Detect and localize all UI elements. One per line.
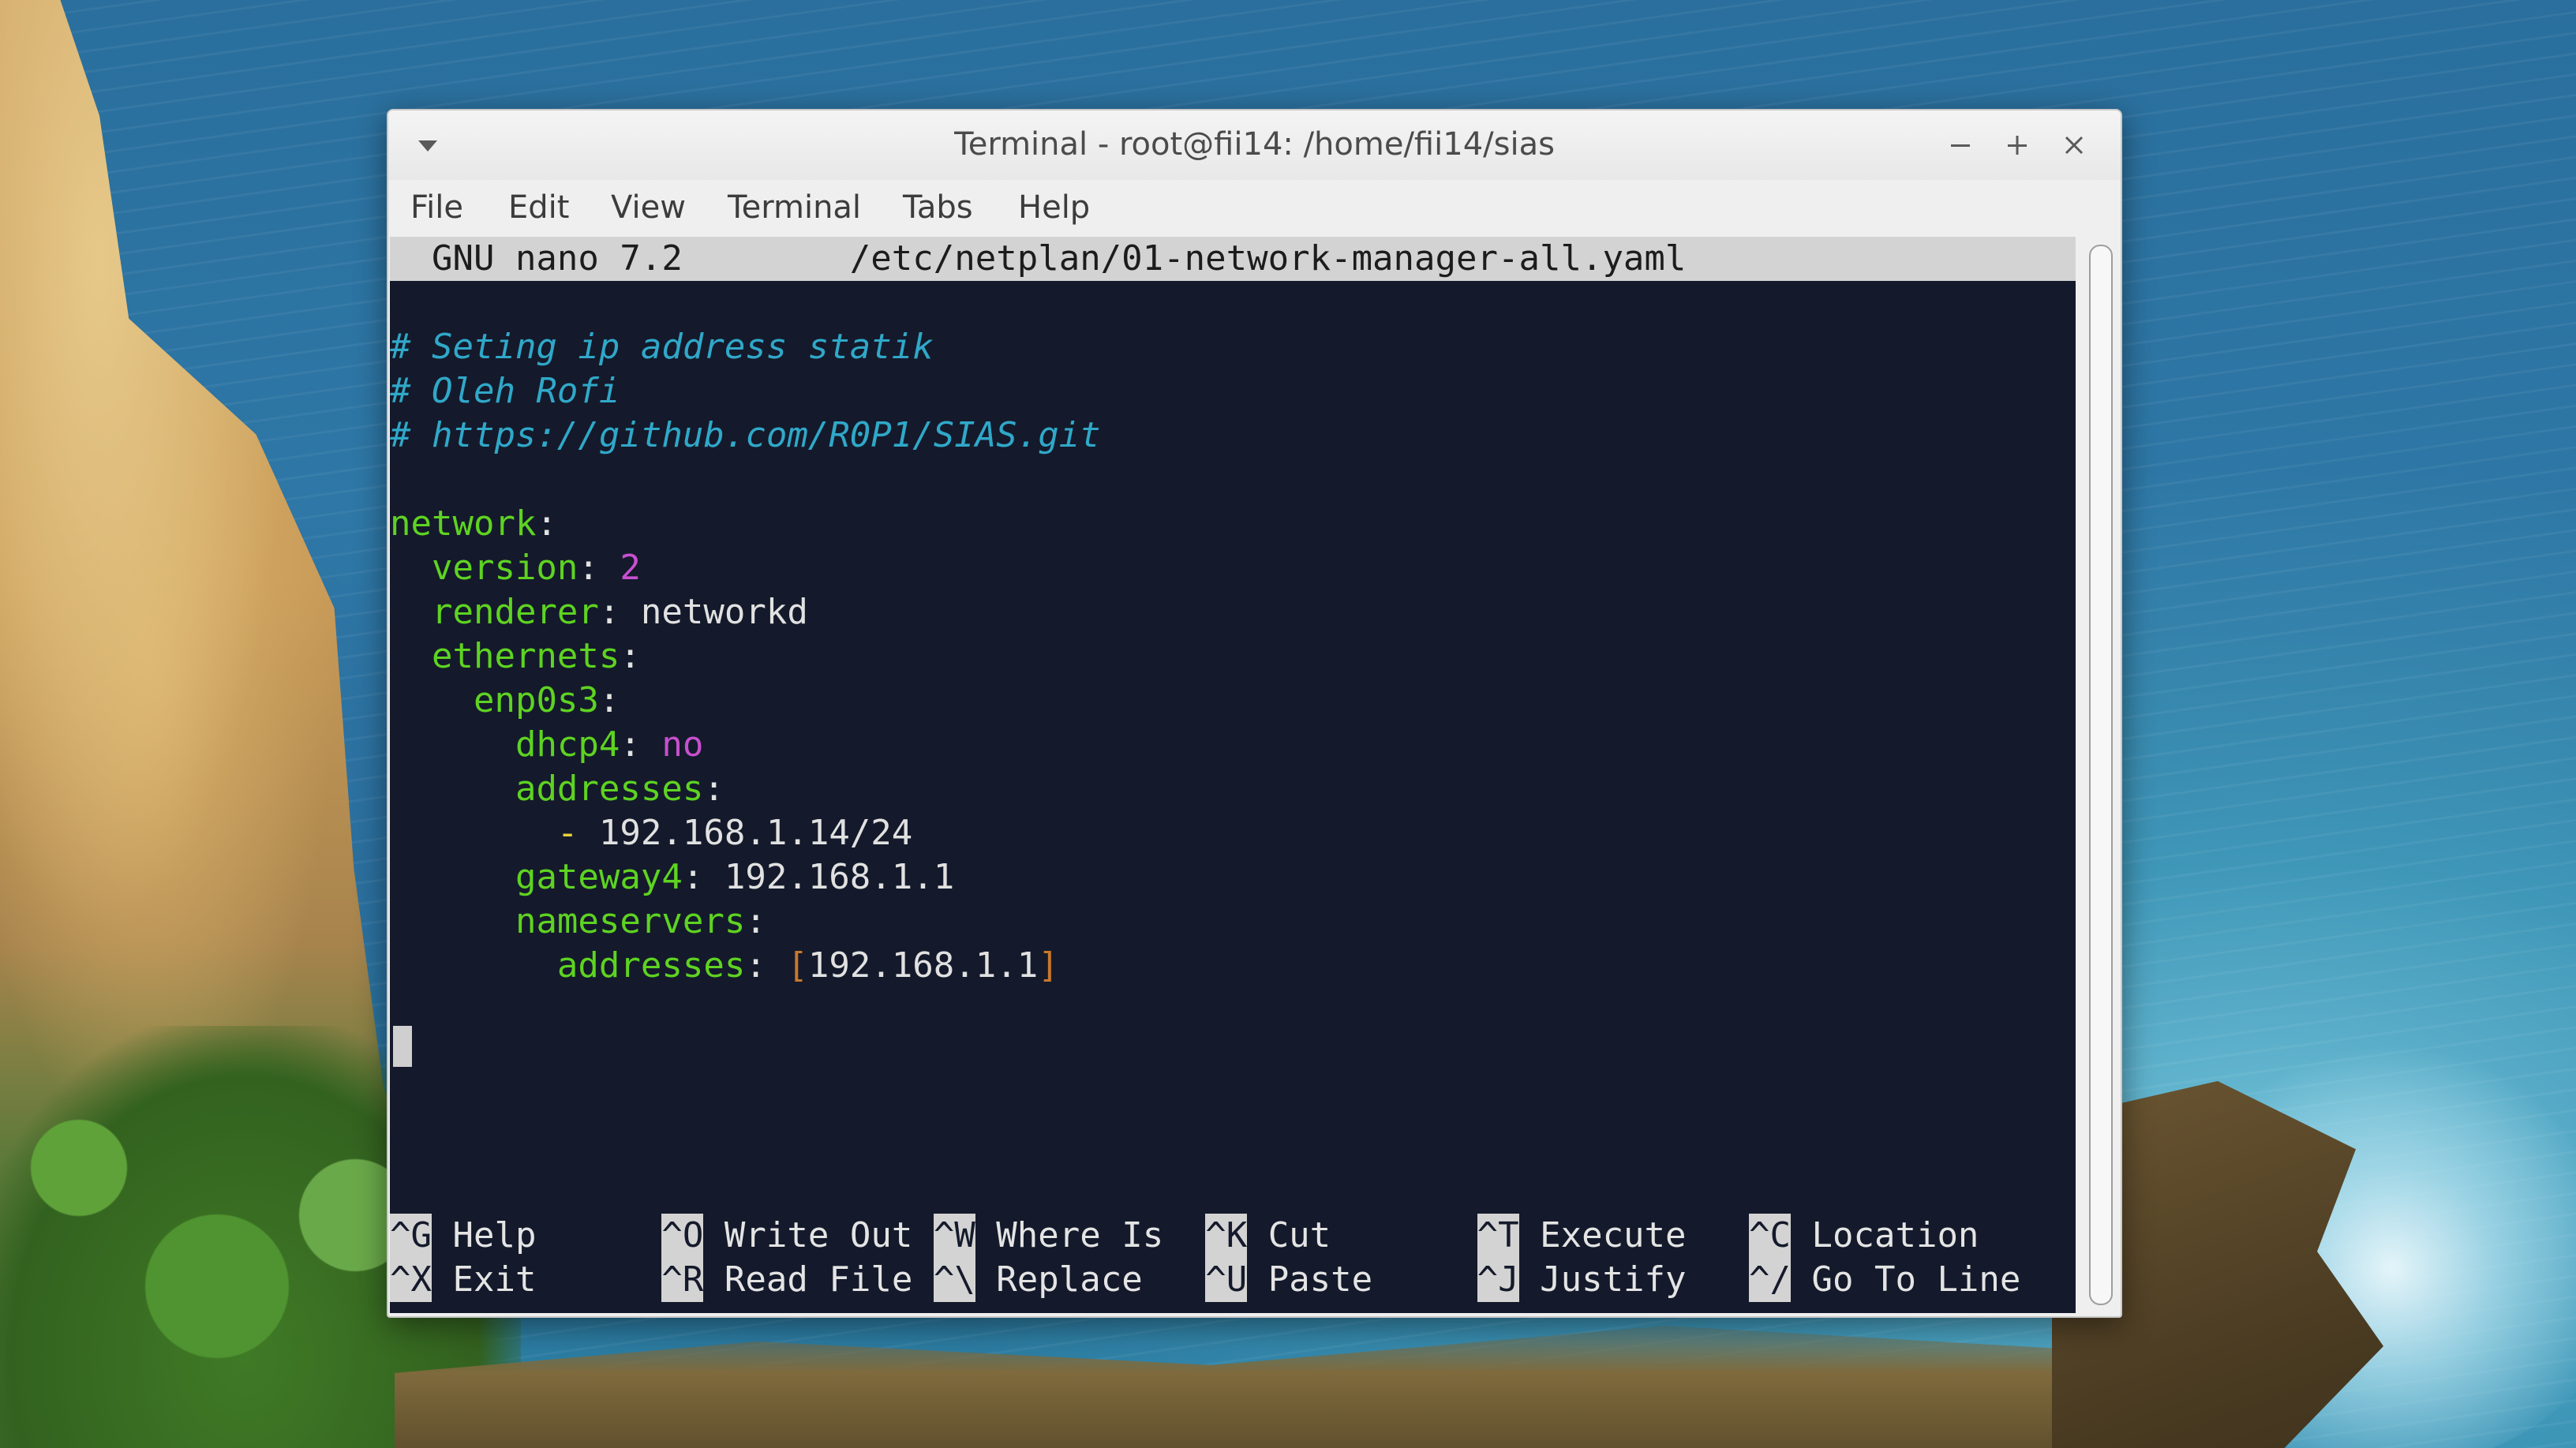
terminal-area[interactable]: GNU nano 7.2 /etc/netplan/01-network-man… [390, 237, 2076, 1313]
yaml-bracket: ] [1038, 945, 1059, 986]
close-icon[interactable] [2057, 128, 2091, 163]
comment-line: # Seting ip address statik [390, 327, 934, 367]
shortcut-label: Exit [452, 1259, 537, 1300]
shortcut-row: ^X Exit ^R Read File ^\ Replace ^U Paste… [390, 1258, 2020, 1302]
text-cursor [393, 1026, 412, 1067]
yaml-value: no [661, 724, 704, 765]
yaml-key: addresses [556, 945, 746, 986]
yaml-key: addresses [515, 769, 704, 809]
shortcut-key[interactable]: ^W [933, 1214, 975, 1258]
menu-bar: File Edit View Terminal Tabs Help [388, 180, 2121, 234]
shortcut-key[interactable]: ^/ [1749, 1258, 1791, 1302]
shortcut-key[interactable]: ^\ [933, 1258, 975, 1302]
shortcut-label: Go To Line [1811, 1259, 2021, 1300]
nano-version: GNU nano 7.2 [431, 238, 683, 279]
yaml-line-nameservers: nameservers: [515, 901, 766, 941]
yaml-line-version: version: 2 [431, 548, 641, 588]
yaml-line-network: network: [390, 503, 557, 544]
menu-tabs[interactable]: Tabs [903, 189, 973, 226]
yaml-line-dhcp4: dhcp4: no [515, 724, 704, 765]
maximize-icon[interactable] [2000, 128, 2035, 163]
yaml-key: ethernets [431, 636, 620, 676]
yaml-key: renderer [431, 592, 599, 632]
terminal-window: Terminal - root@fii14: /home/fii14/sias … [387, 109, 2122, 1318]
yaml-key: nameservers [515, 901, 746, 941]
yaml-line-ns-addresses: addresses: [192.168.1.1] [556, 945, 1059, 986]
yaml-value: 192.168.1.1 [807, 945, 1039, 986]
yaml-dash: - [556, 813, 578, 853]
yaml-line-iface: enp0s3: [473, 680, 620, 720]
shortcut-label: Replace [996, 1259, 1143, 1300]
shortcut-key[interactable]: ^R [661, 1258, 704, 1302]
shortcut-label: Read File [724, 1259, 913, 1300]
scrollbar[interactable] [2081, 237, 2121, 1313]
yaml-key: gateway4 [515, 857, 683, 897]
yaml-key: network [390, 503, 537, 544]
menu-file[interactable]: File [410, 189, 463, 226]
yaml-line-addresses: addresses: [515, 769, 724, 809]
shortcut-label: Paste [1267, 1259, 1373, 1300]
yaml-line-gateway4: gateway4: 192.168.1.1 [515, 857, 955, 897]
comment-line: # https://github.com/R0P1/SIAS.git [390, 415, 1101, 455]
shortcut-key[interactable]: ^O [661, 1214, 704, 1258]
shortcut-key[interactable]: ^K [1205, 1214, 1248, 1258]
yaml-value: 2 [620, 548, 641, 588]
shortcut-key[interactable]: ^X [390, 1258, 432, 1302]
shortcut-key[interactable]: ^J [1477, 1258, 1519, 1302]
shortcut-row: ^G Help ^O Write Out ^W Where Is ^K Cut … [390, 1214, 1979, 1258]
yaml-key: dhcp4 [515, 724, 620, 765]
window-title: Terminal - root@fii14: /home/fii14/sias [954, 126, 1555, 163]
yaml-value: 192.168.1.1 [724, 857, 955, 897]
shortcut-label: Where Is [996, 1215, 1164, 1255]
yaml-value: 192.168.1.14/24 [598, 813, 913, 853]
title-bar[interactable]: Terminal - root@fii14: /home/fii14/sias [388, 110, 2121, 180]
yaml-bracket: [ [787, 945, 808, 986]
menu-help[interactable]: Help [1018, 189, 1090, 226]
shortcut-label: Location [1811, 1215, 1979, 1255]
yaml-key: version [431, 548, 578, 588]
menu-terminal[interactable]: Terminal [728, 189, 861, 226]
shortcut-key[interactable]: ^T [1477, 1214, 1519, 1258]
scrollbar-thumb[interactable] [2089, 245, 2113, 1305]
menu-view[interactable]: View [611, 189, 686, 226]
shortcut-label: Execute [1540, 1215, 1687, 1255]
yaml-line-address-item: - 192.168.1.14/24 [390, 811, 912, 855]
yaml-line-ethernets: ethernets: [431, 636, 641, 676]
shortcut-label: Help [452, 1215, 537, 1255]
comment-line: # Oleh Rofi [390, 371, 620, 411]
minimize-icon[interactable] [1943, 128, 1978, 163]
nano-filename: /etc/netplan/01-network-manager-all.yaml [849, 238, 1687, 279]
yaml-value: networkd [640, 592, 808, 632]
shortcut-key[interactable]: ^C [1749, 1214, 1791, 1258]
nano-header-bar: GNU nano 7.2 /etc/netplan/01-network-man… [390, 237, 2076, 281]
shortcut-key[interactable]: ^U [1205, 1258, 1248, 1302]
yaml-key: enp0s3 [473, 680, 599, 720]
shortcut-label: Justify [1540, 1259, 1687, 1300]
shortcut-key[interactable]: ^G [390, 1214, 432, 1258]
yaml-line-renderer: renderer: networkd [431, 592, 808, 632]
shortcut-label: Write Out [724, 1215, 913, 1255]
shortcut-label: Cut [1267, 1215, 1331, 1255]
menu-edit[interactable]: Edit [508, 189, 569, 226]
